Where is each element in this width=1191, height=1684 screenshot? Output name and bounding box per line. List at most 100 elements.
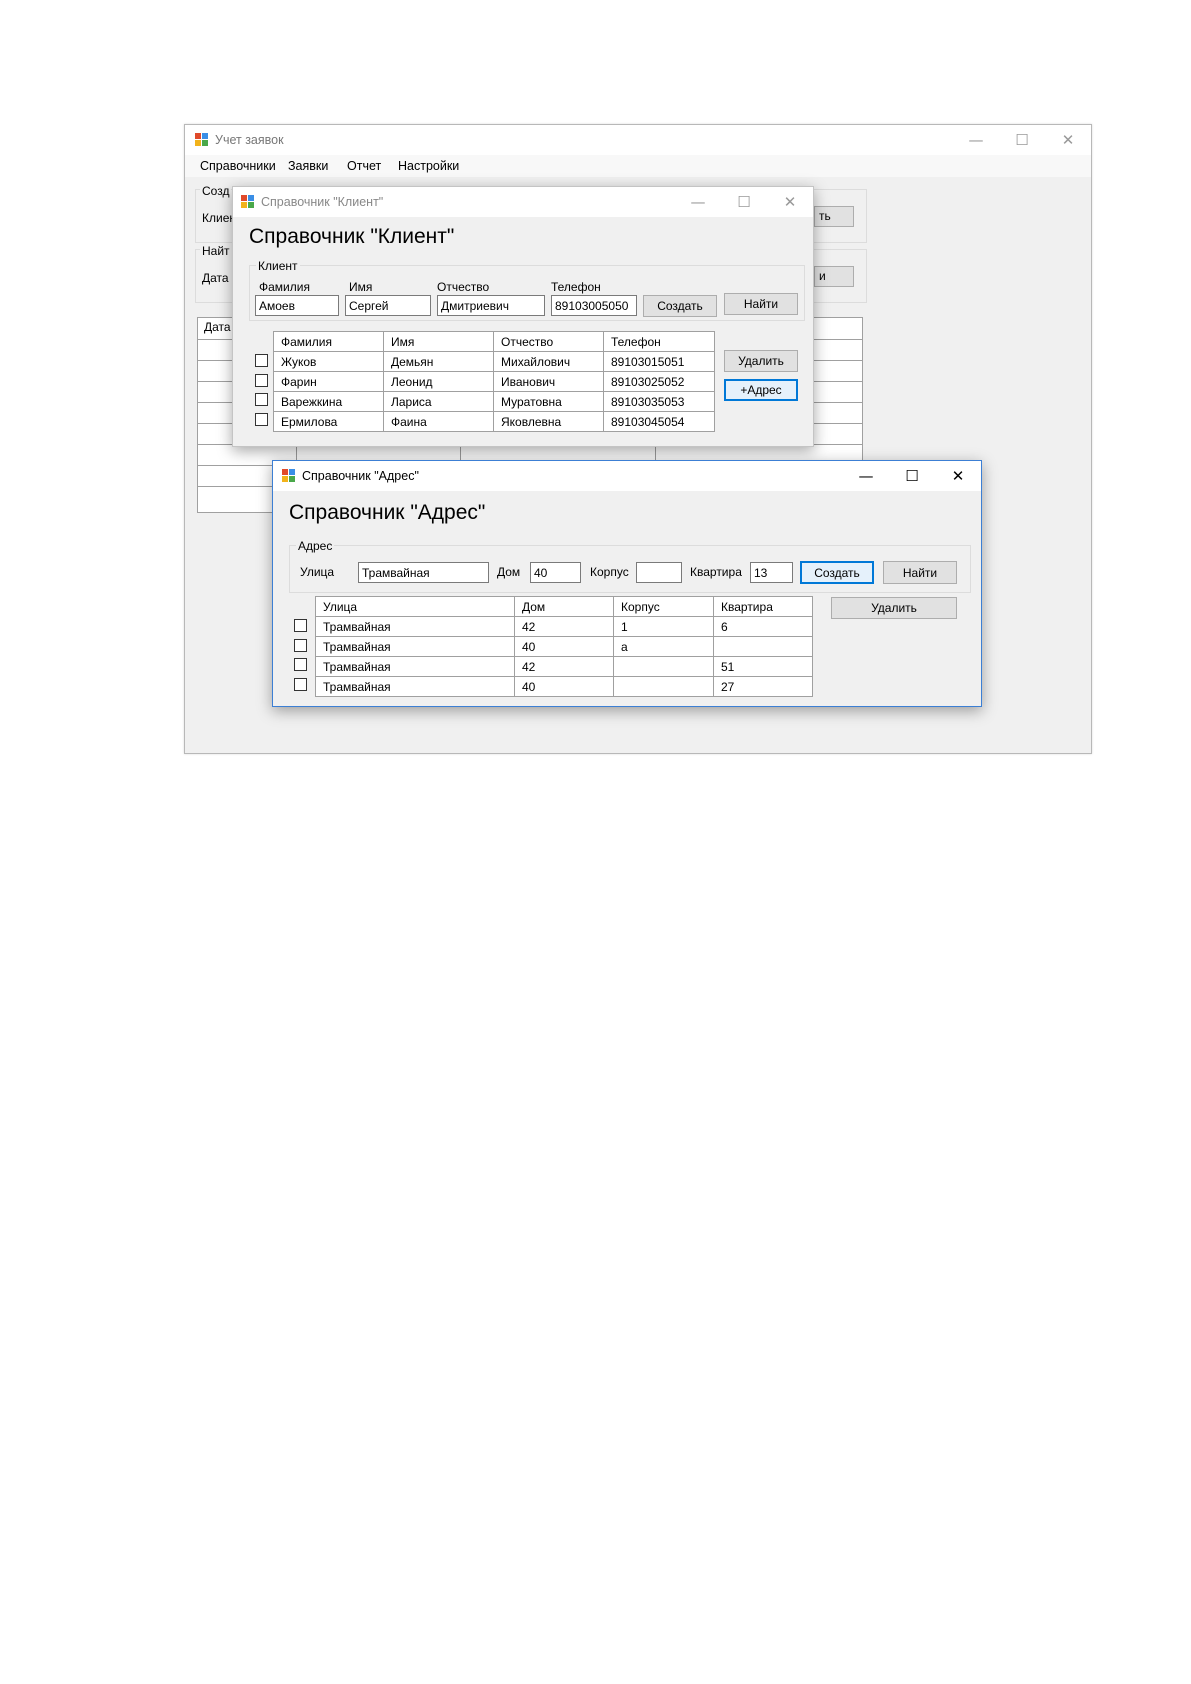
address-dialog-titlebar[interactable]: Справочник "Адрес" — ☐ ✕ bbox=[273, 461, 981, 491]
client-delete-button[interactable]: Удалить bbox=[724, 350, 798, 372]
table-cell[interactable]: 42 bbox=[514, 656, 614, 677]
client-row-checkbox[interactable] bbox=[255, 393, 268, 406]
menu-bar: Справочники Заявки Отчет Настройки bbox=[185, 155, 1091, 177]
table-cell[interactable]: 89103025052 bbox=[603, 371, 715, 392]
column-header-patronymic[interactable]: Отчество bbox=[493, 331, 604, 352]
table-cell[interactable]: Трамвайная bbox=[315, 636, 515, 657]
menu-settings[interactable]: Настройки bbox=[398, 159, 459, 173]
table-cell[interactable]: Ермилова bbox=[273, 411, 384, 432]
menu-report[interactable]: Отчет bbox=[347, 159, 381, 173]
column-header-house[interactable]: Дом bbox=[514, 596, 614, 617]
close-icon[interactable]: ✕ bbox=[767, 187, 813, 217]
table-cell[interactable]: Варежкина bbox=[273, 391, 384, 412]
minimize-icon[interactable]: — bbox=[843, 461, 889, 491]
client-create-button[interactable]: Создать bbox=[643, 295, 717, 317]
table-row[interactable]: Трамвайная 42 51 bbox=[315, 656, 813, 677]
client-group-label: Клиент bbox=[256, 259, 300, 273]
table-cell[interactable]: Яковлевна bbox=[493, 411, 604, 432]
phone-label: Телефон bbox=[551, 280, 601, 294]
table-cell[interactable]: Жуков bbox=[273, 351, 384, 372]
address-row-checkbox[interactable] bbox=[294, 658, 307, 671]
main-titlebar[interactable]: Учет заявок — ☐ ✕ bbox=[185, 125, 1091, 155]
clients-table[interactable]: Фамилия Имя Отчество Телефон Жуков Демья… bbox=[273, 331, 715, 432]
column-header-apartment[interactable]: Квартира bbox=[713, 596, 813, 617]
table-row[interactable]: Фарин Леонид Иванович 89103025052 bbox=[273, 371, 715, 392]
table-cell[interactable]: Муратовна bbox=[493, 391, 604, 412]
column-header-last-name[interactable]: Фамилия bbox=[273, 331, 384, 352]
maximize-icon[interactable]: ☐ bbox=[721, 187, 767, 217]
minimize-icon[interactable]: — bbox=[675, 187, 721, 217]
building-input[interactable] bbox=[636, 562, 682, 583]
table-cell[interactable]: 1 bbox=[613, 616, 714, 637]
close-icon[interactable]: ✕ bbox=[1045, 125, 1091, 155]
patronymic-input[interactable] bbox=[437, 295, 545, 316]
requests-grid-header-date: Дата bbox=[204, 320, 231, 334]
find-request-button[interactable]: и bbox=[814, 266, 854, 287]
table-cell[interactable]: Трамвайная bbox=[315, 656, 515, 677]
maximize-icon[interactable]: ☐ bbox=[889, 461, 935, 491]
app-icon bbox=[195, 133, 209, 147]
menu-references[interactable]: Справочники bbox=[200, 159, 276, 173]
last-name-label: Фамилия bbox=[259, 280, 310, 294]
table-cell[interactable]: Фаина bbox=[383, 411, 494, 432]
address-find-button[interactable]: Найти bbox=[883, 561, 957, 584]
table-cell[interactable]: Лариса bbox=[383, 391, 494, 412]
add-address-button[interactable]: +Адрес bbox=[724, 379, 798, 401]
address-row-checkbox[interactable] bbox=[294, 619, 307, 632]
table-cell[interactable]: Леонид bbox=[383, 371, 494, 392]
address-delete-button[interactable]: Удалить bbox=[831, 597, 957, 619]
menu-requests[interactable]: Заявки bbox=[288, 159, 328, 173]
table-cell[interactable]: 89103015051 bbox=[603, 351, 715, 372]
close-icon[interactable]: ✕ bbox=[935, 461, 981, 491]
column-header-street[interactable]: Улица bbox=[315, 596, 515, 617]
client-row-checkbox[interactable] bbox=[255, 374, 268, 387]
address-row-checkbox[interactable] bbox=[294, 639, 307, 652]
table-cell[interactable]: 42 bbox=[514, 616, 614, 637]
addresses-table[interactable]: Улица Дом Корпус Квартира Трамвайная 42 … bbox=[315, 596, 813, 697]
table-row[interactable]: Трамвайная 40 а bbox=[315, 636, 813, 657]
create-request-button[interactable]: ть bbox=[814, 206, 854, 227]
column-header-first-name[interactable]: Имя bbox=[383, 331, 494, 352]
table-cell[interactable]: 27 bbox=[713, 676, 813, 697]
client-row-checkbox[interactable] bbox=[255, 354, 268, 367]
apartment-input[interactable] bbox=[750, 562, 793, 583]
client-dialog-titlebar[interactable]: Справочник "Клиент" — ☐ ✕ bbox=[233, 187, 813, 217]
table-cell[interactable]: Демьян bbox=[383, 351, 494, 372]
first-name-input[interactable] bbox=[345, 295, 431, 316]
client-row-checkbox[interactable] bbox=[255, 413, 268, 426]
minimize-icon[interactable]: — bbox=[953, 125, 999, 155]
client-find-button[interactable]: Найти bbox=[724, 293, 798, 315]
column-header-phone[interactable]: Телефон bbox=[603, 331, 715, 352]
table-header-row: Улица Дом Корпус Квартира bbox=[315, 596, 813, 617]
table-cell[interactable]: Иванович bbox=[493, 371, 604, 392]
table-cell[interactable]: 89103045054 bbox=[603, 411, 715, 432]
table-row[interactable]: Трамвайная 42 1 6 bbox=[315, 616, 813, 637]
table-cell[interactable]: Трамвайная bbox=[315, 616, 515, 637]
phone-input[interactable] bbox=[551, 295, 637, 316]
table-row[interactable]: Варежкина Лариса Муратовна 89103035053 bbox=[273, 391, 715, 412]
column-header-building[interactable]: Корпус bbox=[613, 596, 714, 617]
table-cell[interactable] bbox=[613, 676, 714, 697]
address-row-checkbox[interactable] bbox=[294, 678, 307, 691]
table-cell[interactable]: 6 bbox=[713, 616, 813, 637]
table-cell[interactable]: Фарин bbox=[273, 371, 384, 392]
table-row[interactable]: Жуков Демьян Михайлович 89103015051 bbox=[273, 351, 715, 372]
table-cell[interactable]: Трамвайная bbox=[315, 676, 515, 697]
table-row[interactable]: Трамвайная 40 27 bbox=[315, 676, 813, 697]
find-date-label: Дата bbox=[202, 271, 229, 285]
table-cell[interactable]: 51 bbox=[713, 656, 813, 677]
table-row[interactable]: Ермилова Фаина Яковлевна 89103045054 bbox=[273, 411, 715, 432]
table-cell[interactable]: 89103035053 bbox=[603, 391, 715, 412]
table-cell[interactable]: 40 bbox=[514, 636, 614, 657]
table-cell[interactable] bbox=[613, 656, 714, 677]
table-cell[interactable]: Михайлович bbox=[493, 351, 604, 372]
house-input[interactable] bbox=[530, 562, 581, 583]
table-cell[interactable] bbox=[713, 636, 813, 657]
last-name-input[interactable] bbox=[255, 295, 339, 316]
address-create-button[interactable]: Создать bbox=[800, 561, 874, 584]
table-cell[interactable]: 40 bbox=[514, 676, 614, 697]
address-dialog-heading: Справочник "Адрес" bbox=[289, 501, 486, 524]
maximize-icon[interactable]: ☐ bbox=[999, 125, 1045, 155]
table-cell[interactable]: а bbox=[613, 636, 714, 657]
street-input[interactable] bbox=[358, 562, 489, 583]
